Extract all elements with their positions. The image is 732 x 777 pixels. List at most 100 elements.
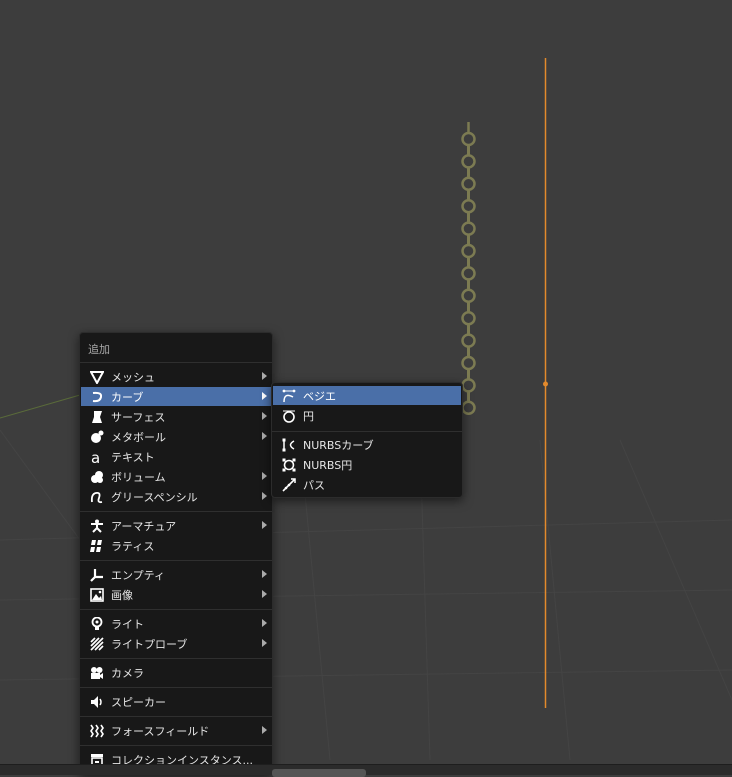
chain-object [461, 122, 476, 416]
menu-item-mesh[interactable]: メッシュ [81, 367, 271, 386]
nurbs-curve-icon [281, 437, 297, 453]
submenu-item-nurbs-curve[interactable]: NURBSカーブ [273, 435, 461, 454]
curve-icon [89, 389, 105, 405]
object-origin-dot [543, 381, 548, 387]
submenu-arrow-icon [262, 521, 267, 529]
light-probe-icon [89, 636, 105, 652]
chain-link [461, 400, 476, 416]
submenu-item-label: NURBSカーブ [303, 438, 374, 452]
menu-item-label: メッシュ [111, 370, 155, 384]
separator [80, 658, 272, 659]
menu-item-label: 画像 [111, 588, 133, 602]
camera-icon [89, 665, 105, 681]
submenu-item-label: パス [303, 478, 325, 492]
separator [80, 560, 272, 561]
submenu-item-bezier[interactable]: ベジエ [273, 386, 461, 405]
submenu-arrow-icon [262, 432, 267, 440]
submenu-item-label: ベジエ [303, 389, 336, 403]
text-icon: a [89, 449, 105, 465]
chain-link [461, 176, 476, 192]
menu-item-curve[interactable]: カーブ [81, 387, 271, 406]
menu-item-speaker[interactable]: スピーカー [81, 692, 271, 711]
menu-item-label: テキスト [111, 450, 155, 464]
submenu-arrow-icon [262, 726, 267, 734]
submenu-item-label: NURBS円 [303, 458, 353, 472]
separator [80, 745, 272, 746]
path-icon [281, 477, 297, 493]
menu-item-label: ラティス [111, 539, 155, 553]
menu-item-text[interactable]: a テキスト [81, 447, 271, 466]
menu-item-label: ライトプローブ [111, 637, 188, 651]
menu-item-label: アーマチュア [111, 519, 177, 533]
menu-item-label: ライト [111, 617, 144, 631]
submenu-item-nurbs-circle[interactable]: NURBS円 [273, 455, 461, 474]
menu-item-label: カーブ [111, 390, 144, 404]
submenu-arrow-icon [262, 472, 267, 480]
menu-item-surface[interactable]: サーフェス [81, 407, 271, 426]
header-widget[interactable] [272, 769, 366, 777]
submenu-arrow-icon [262, 412, 267, 420]
menu-item-label: ボリューム [111, 470, 166, 484]
menu-item-label: フォースフィールド [111, 724, 210, 738]
bezier-curve-icon [281, 388, 297, 404]
metaball-icon [89, 429, 105, 445]
separator [80, 716, 272, 717]
submenu-arrow-icon [262, 372, 267, 380]
menu-item-camera[interactable]: カメラ [81, 663, 271, 682]
speaker-icon [89, 694, 105, 710]
menu-item-armature[interactable]: アーマチュア [81, 516, 271, 535]
menu-item-light-probe[interactable]: ライトプローブ [81, 634, 271, 653]
submenu-item-label: 円 [303, 409, 314, 423]
separator [80, 511, 272, 512]
chain-link [461, 154, 476, 169]
bottom-header-bar [0, 764, 732, 777]
chain-link [461, 266, 476, 281]
submenu-arrow-icon [262, 570, 267, 578]
menu-title: 追加 [88, 343, 110, 356]
menu-item-label: メタボール [111, 430, 166, 444]
menu-item-grease-pencil[interactable]: グリースペンシル [81, 487, 271, 506]
chain-link [461, 243, 476, 259]
lattice-icon [89, 538, 105, 554]
menu-item-force-field[interactable]: フォースフィールド [81, 721, 271, 740]
submenu-arrow-icon [262, 590, 267, 598]
menu-item-empty[interactable]: エンプティ [81, 565, 271, 584]
menu-item-label: スピーカー [111, 695, 166, 709]
chain-link [461, 198, 476, 214]
submenu-item-path[interactable]: パス [273, 475, 461, 494]
submenu-arrow-icon [262, 639, 267, 647]
menu-item-light[interactable]: ライト [81, 614, 271, 633]
light-icon [89, 616, 105, 632]
image-icon [89, 587, 105, 603]
menu-item-label: カメラ [111, 666, 144, 680]
chain-link [461, 310, 476, 326]
chain-link [461, 221, 476, 236]
menu-item-image[interactable]: 画像 [81, 585, 271, 604]
empty-icon [89, 567, 105, 583]
menu-item-label: サーフェス [111, 410, 166, 424]
menu-item-volume[interactable]: ボリューム [81, 467, 271, 486]
submenu-arrow-icon [262, 392, 267, 400]
chain-link [461, 131, 476, 147]
chain-link [461, 378, 476, 393]
mesh-icon [89, 369, 105, 385]
separator [80, 687, 272, 688]
separator [272, 431, 462, 432]
menu-item-lattice[interactable]: ラティス [81, 536, 271, 555]
bezier-circle-icon [281, 408, 297, 424]
menu-item-label: グリースペンシル [111, 490, 198, 504]
chain-link [461, 288, 476, 304]
chain-link [461, 355, 476, 371]
submenu-arrow-icon [262, 492, 267, 500]
menu-item-metaball[interactable]: メタボール [81, 427, 271, 446]
nurbs-circle-icon [281, 457, 297, 473]
svg-text:a: a [91, 450, 100, 464]
submenu-item-circle[interactable]: 円 [273, 406, 461, 425]
surface-icon [89, 409, 105, 425]
curve-submenu: ベジエ 円 NURBSカーブ NURBS円 パス [271, 382, 463, 498]
volume-icon [89, 469, 105, 485]
submenu-arrow-icon [262, 619, 267, 627]
separator [80, 609, 272, 610]
force-field-icon [89, 723, 105, 739]
menu-item-label: エンプティ [111, 568, 166, 582]
